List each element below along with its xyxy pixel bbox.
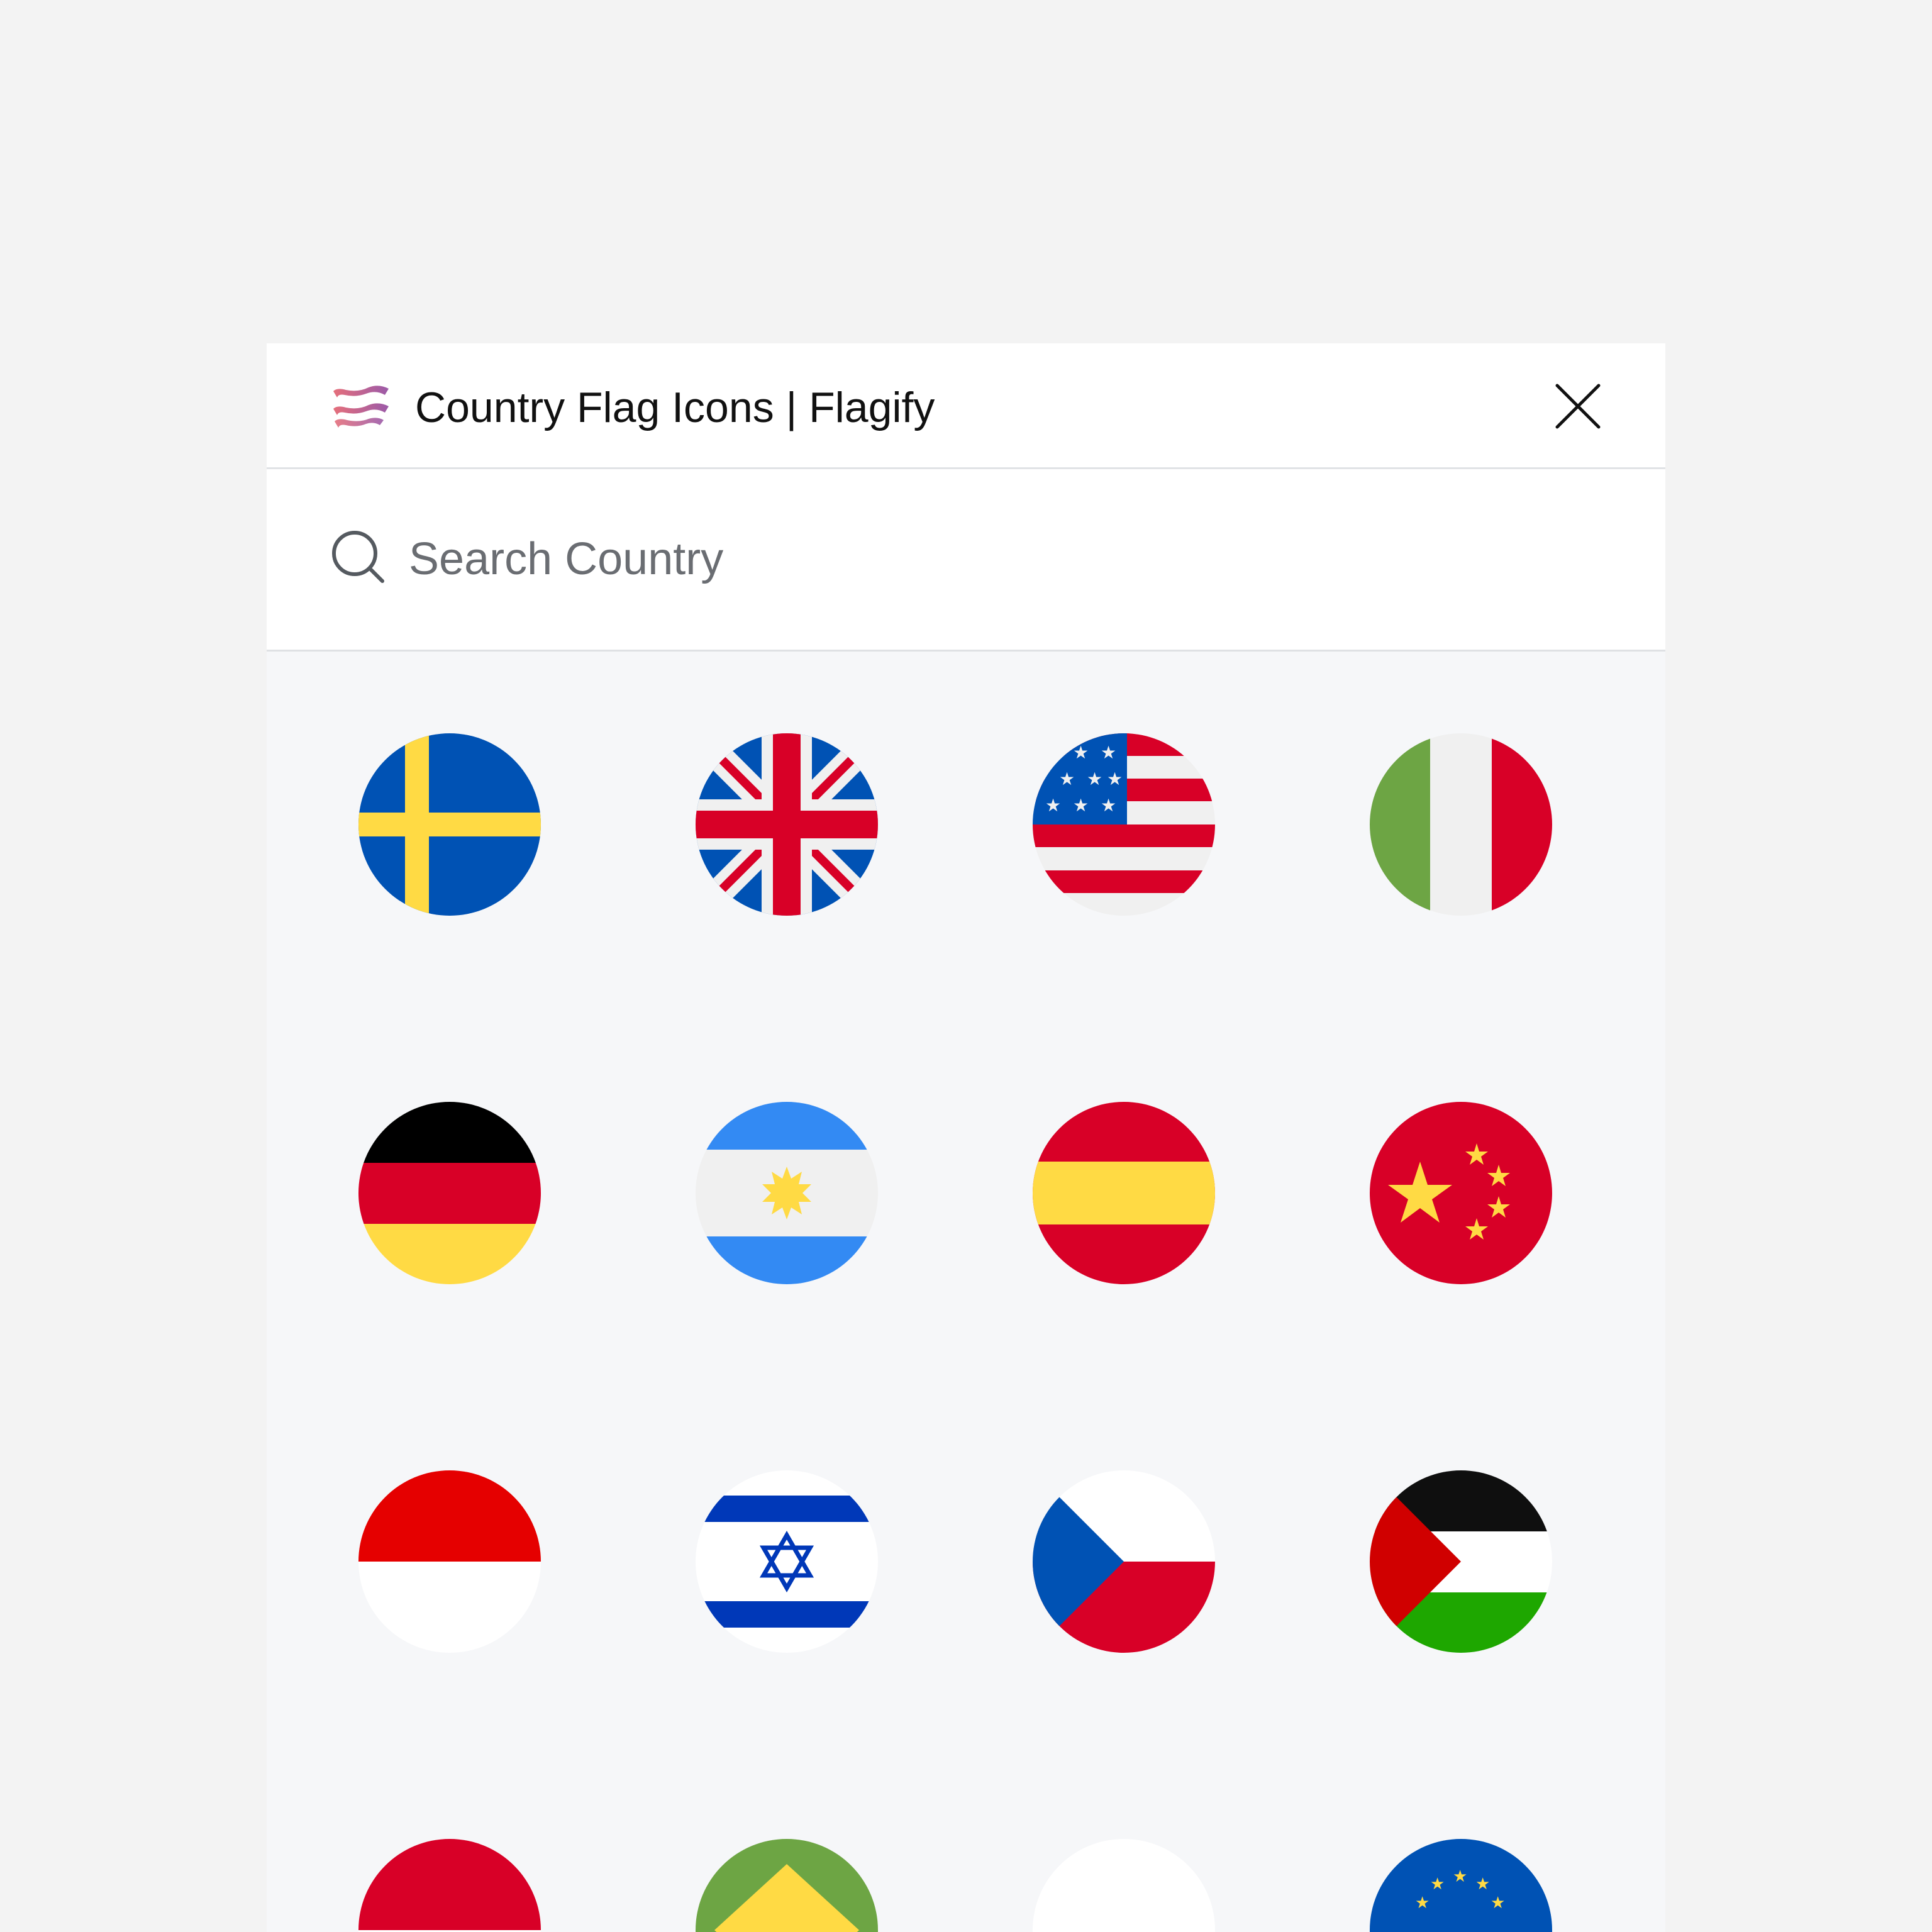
- panel-header: Country Flag Icons | Flagify: [267, 343, 1665, 469]
- green-flag-icon[interactable]: [696, 1839, 878, 1932]
- svg-text:★: ★: [1045, 742, 1061, 763]
- page-title: Country Flag Icons | Flagify: [415, 384, 935, 431]
- flag-grid: ★ ★ ★ ★ ★ ★ ★ ★ ★ ★ ★ ★ ★ ★: [267, 653, 1665, 1932]
- svg-text:★: ★: [1430, 1875, 1445, 1894]
- czech-republic-flag-icon[interactable]: [1033, 1470, 1215, 1653]
- united-kingdom-flag-icon[interactable]: [696, 733, 878, 916]
- european-union-flag-icon[interactable]: ★ ★ ★ ★ ★: [1370, 1839, 1552, 1932]
- spain-flag-icon[interactable]: [1033, 1102, 1215, 1284]
- svg-text:★: ★: [1415, 1894, 1430, 1913]
- svg-text:★: ★: [1101, 742, 1116, 763]
- china-flag-icon[interactable]: [1370, 1102, 1552, 1284]
- svg-text:★: ★: [1107, 769, 1123, 789]
- sweden-flag-icon[interactable]: [358, 733, 541, 916]
- search-bar: [267, 469, 1665, 652]
- germany-flag-icon[interactable]: [358, 1102, 541, 1284]
- search-icon: [332, 531, 384, 583]
- indonesia-flag-icon[interactable]: [358, 1470, 541, 1653]
- svg-text:★: ★: [1059, 769, 1075, 789]
- svg-text:★: ★: [1475, 1875, 1490, 1894]
- israel-flag-icon[interactable]: [696, 1470, 878, 1653]
- flagify-logo-icon: [333, 386, 389, 428]
- argentina-flag-icon[interactable]: [696, 1102, 878, 1284]
- search-input[interactable]: [409, 525, 1541, 594]
- svg-text:★: ★: [1073, 795, 1089, 816]
- flag-picker-panel: Country Flag Icons | Flagify Search Coun…: [267, 343, 1665, 1932]
- svg-text:★: ★: [1101, 795, 1116, 816]
- italy-flag-icon[interactable]: [1370, 733, 1552, 916]
- close-icon[interactable]: [1550, 378, 1606, 435]
- red-flag-icon[interactable]: [358, 1839, 541, 1932]
- palestine-flag-icon[interactable]: [1370, 1470, 1552, 1653]
- svg-text:★: ★: [1491, 1894, 1505, 1913]
- svg-text:★: ★: [1087, 769, 1102, 789]
- united-states-flag-icon[interactable]: ★ ★ ★ ★ ★ ★ ★ ★ ★: [1033, 733, 1215, 916]
- svg-text:★: ★: [1073, 742, 1089, 763]
- svg-text:★: ★: [1453, 1867, 1467, 1886]
- white-flag-icon[interactable]: [1033, 1839, 1215, 1932]
- svg-text:★: ★: [1045, 795, 1061, 816]
